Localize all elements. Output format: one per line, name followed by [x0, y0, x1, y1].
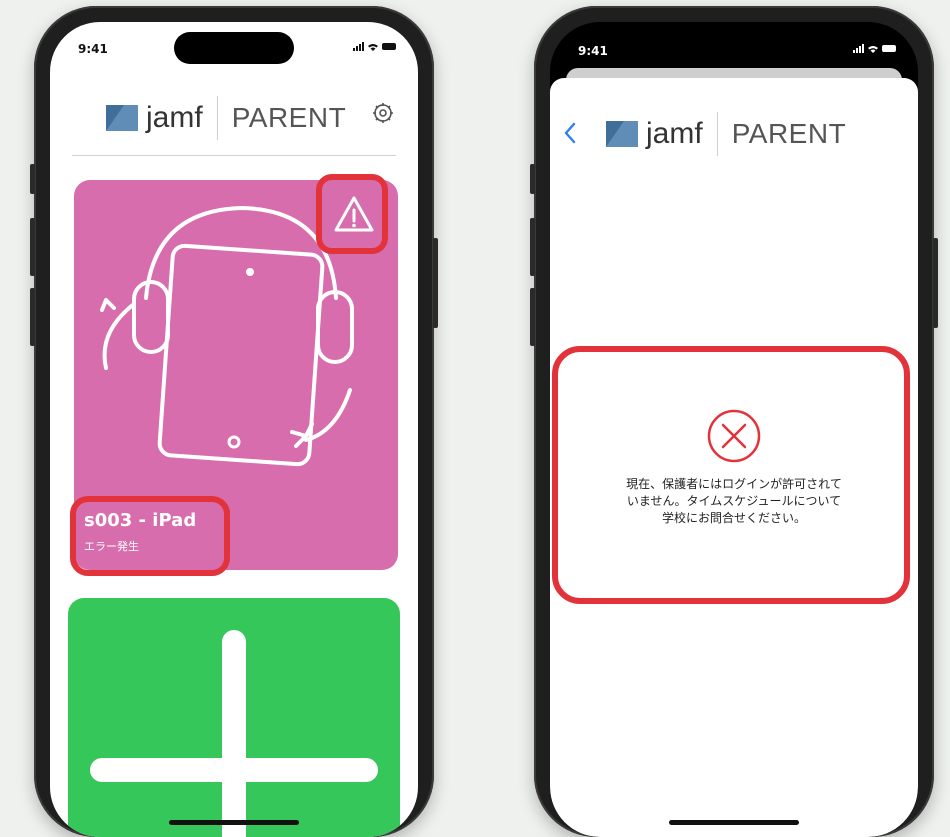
volume-down-button — [530, 288, 535, 346]
signal-icon — [353, 42, 364, 51]
jamf-mark-icon — [606, 121, 638, 147]
app-logo: jamf PARENT — [606, 112, 846, 156]
status-bar: 9:41 — [550, 22, 918, 64]
device-name-highlight — [70, 496, 230, 576]
brand-product: PARENT — [231, 102, 347, 133]
status-bar: 9:41 — [50, 22, 418, 64]
status-icons — [353, 42, 396, 51]
home-indicator — [169, 820, 299, 825]
home-indicator — [669, 820, 799, 825]
error-highlight — [552, 346, 910, 604]
status-time: 9:41 — [78, 42, 108, 56]
logo-divider — [216, 96, 218, 140]
battery-icon — [882, 45, 896, 52]
brand-wordmark: jamf — [146, 101, 203, 134]
left-screen: 9:41 jamf PARENT s003 - iPad エラー発生 — [50, 22, 418, 837]
settings-icon[interactable] — [372, 102, 394, 124]
right-phone: 9:41 jamf PARENT 現在、保護者にはログインが許可されて いません… — [530, 6, 938, 837]
jamf-mark-icon — [106, 105, 138, 131]
brand-product: PARENT — [731, 118, 847, 149]
plus-icon — [90, 630, 378, 837]
back-chevron-icon[interactable] — [564, 122, 576, 144]
side-button — [30, 164, 35, 194]
power-button — [933, 238, 938, 328]
logo-divider — [716, 112, 718, 156]
header-divider — [72, 155, 396, 156]
volume-down-button — [30, 288, 35, 346]
brand-wordmark: jamf — [646, 117, 703, 150]
volume-up-button — [530, 218, 535, 276]
volume-up-button — [30, 218, 35, 276]
app-logo: jamf PARENT — [106, 96, 346, 140]
battery-icon — [382, 43, 396, 50]
signal-icon — [853, 44, 864, 53]
warning-highlight — [316, 174, 388, 254]
add-device-card[interactable] — [68, 598, 400, 837]
status-icons — [853, 44, 896, 53]
wifi-icon — [368, 43, 378, 51]
side-button — [530, 164, 535, 194]
wifi-icon — [868, 45, 878, 53]
power-button — [433, 238, 438, 328]
left-phone: 9:41 jamf PARENT s003 - iPad エラー発生 — [30, 6, 438, 837]
status-time: 9:41 — [578, 44, 608, 58]
